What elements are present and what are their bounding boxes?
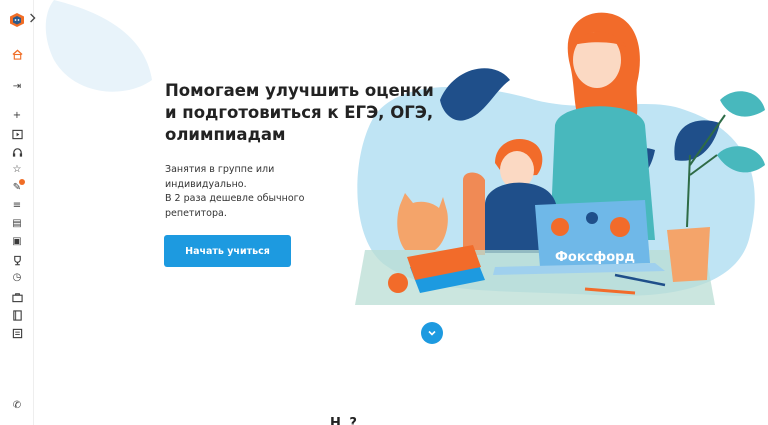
hero-subtitle-line-2: В 2 раза дешевле обычного репетитора. [165,193,305,219]
headphones-icon[interactable] [10,145,24,159]
login-icon[interactable]: ⇥ [10,80,24,94]
notes-icon[interactable] [10,326,24,340]
phone-icon[interactable]: ✆ [10,399,24,413]
hero-title: Помогаем улучшить оценки и подготовиться… [165,81,434,144]
foxford-logo[interactable] [9,12,25,28]
next-section-heading: Н ? [330,416,359,425]
notification-badge [19,179,25,185]
book-icon[interactable] [10,308,24,322]
star-icon[interactable]: ☆ [10,163,24,177]
chevron-down-icon [428,330,436,336]
start-learning-button[interactable]: Начать учиться [164,235,291,267]
hero-subtitle-line-1: Занятия в группе или индивидуально. [165,164,275,190]
background-leaf-decoration [45,0,152,92]
home-icon[interactable] [10,47,24,61]
briefcase-icon[interactable] [10,290,24,304]
plus-icon[interactable]: + [10,109,24,123]
hero-subtitle: Занятия в группе или индивидуально. В 2 … [165,163,330,221]
scroll-down-button[interactable] [421,322,443,344]
chevron-right-icon[interactable] [29,12,39,26]
laptop-brand-label: Фоксфорд [555,250,635,265]
bus-icon[interactable]: ▣ [10,235,24,249]
list-icon[interactable]: ≡ [10,199,24,213]
tools-icon[interactable]: ✎ [10,179,25,195]
document-icon[interactable]: ▤ [10,217,24,231]
sidebar: ⇥ + ☆ ✎ ≡ ▤ ▣ ◷ ✆ [0,0,36,425]
trophy-icon[interactable] [10,253,24,267]
play-icon[interactable] [10,127,24,141]
hero-illustration: Фоксфорд [355,12,765,305]
clock-icon[interactable]: ◷ [10,271,24,285]
